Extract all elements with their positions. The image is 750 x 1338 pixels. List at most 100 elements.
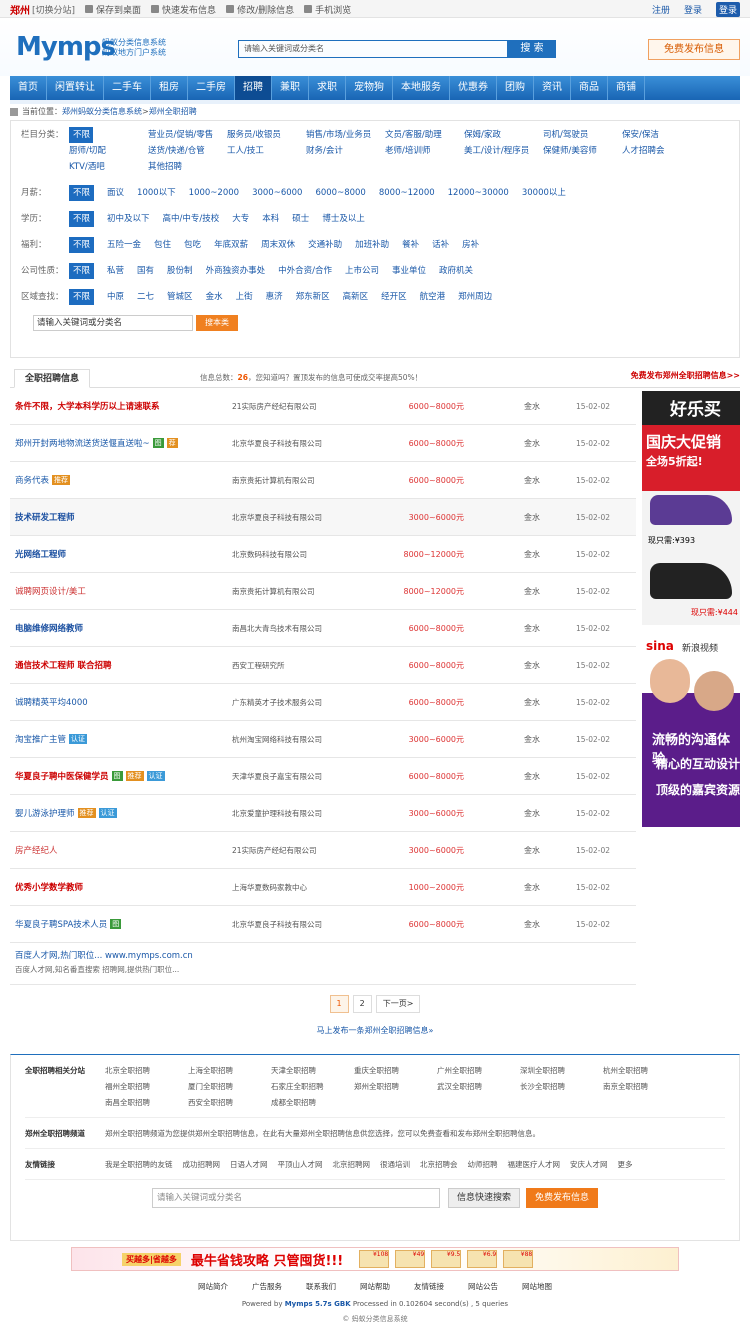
footer-link[interactable]: 深圳全职招聘	[520, 1063, 603, 1079]
filter-option[interactable]: 航空港	[420, 289, 446, 305]
job-title-link[interactable]: 商务代表	[15, 474, 49, 486]
job-title-link[interactable]: 电脑维修网络教师	[15, 622, 83, 634]
filter-option[interactable]: 厨师/切配	[69, 143, 143, 159]
table-row[interactable]: 郑州开封两地物流送货送偃直送啦~ 图荐北京华夏良子科技有限公司 6000~8000元…	[10, 425, 636, 462]
nav-item[interactable]: 二手车	[104, 76, 151, 100]
job-title-link[interactable]: 华夏良子聘中医保健学员	[15, 770, 109, 782]
footer-link[interactable]: 更多	[618, 1157, 633, 1173]
filter-option[interactable]: 政府机关	[439, 263, 473, 279]
job-title-link[interactable]: 通信技术工程师 联合招聘	[15, 659, 111, 671]
filter-option[interactable]: 高新区	[343, 289, 369, 305]
nav-item[interactable]: 资讯	[534, 76, 571, 100]
modify-info-link[interactable]: 修改/删除信息	[226, 3, 294, 16]
filter-option[interactable]: 餐补	[402, 237, 419, 253]
job-title-link[interactable]: 华夏良子聘SPA技术人员	[15, 918, 107, 930]
nav-item[interactable]: 本地服务	[393, 76, 450, 100]
filter-option[interactable]: 不限	[69, 263, 95, 279]
filter-option[interactable]: 话补	[432, 237, 449, 253]
filter-option[interactable]: 上市公司	[345, 263, 379, 279]
filter-option[interactable]: 30000以上	[522, 185, 566, 201]
filter-option[interactable]: 郑州周边	[458, 289, 492, 305]
filter-option[interactable]: 12000~30000	[448, 185, 509, 201]
search-button[interactable]: 搜 索	[508, 40, 556, 58]
filter-option[interactable]: 不限	[69, 211, 95, 227]
job-title-link[interactable]: 房产经纪人	[15, 844, 58, 856]
post-fulltime-link[interactable]: 免费发布郑州全职招聘信息>>	[631, 370, 740, 381]
filter-option[interactable]: 私营	[107, 263, 124, 279]
bottom-banner-ad[interactable]: 买越多|省越多 最牛省钱攻略 只管囤货!!! ¥108 ¥49 ¥9.5 ¥6.9 ¥8…	[71, 1247, 679, 1271]
filter-option[interactable]: 金水	[206, 289, 223, 305]
footer-nav-link[interactable]: 联系我们	[306, 1281, 336, 1292]
filter-option[interactable]: 博士及以上	[322, 211, 365, 227]
filter-option[interactable]: 1000以下	[137, 185, 176, 201]
breadcrumb-home[interactable]: 郑州蚂蚁分类信息系统	[62, 104, 142, 120]
footer-link[interactable]: 很通培训	[380, 1157, 410, 1173]
nav-item[interactable]: 商铺	[608, 76, 645, 100]
filter-option[interactable]: 美工/设计/程序员	[464, 143, 538, 159]
table-row[interactable]: 条件不限，大学本科学历以上请速联系 21实际房产经纪有限公司 6000~8000元 金…	[10, 388, 636, 425]
footer-link[interactable]: 厦门全职招聘	[188, 1079, 271, 1095]
table-row[interactable]: 技术研发工程师 北京华夏良子科技有限公司 3000~6000元 金水 15-02-02	[10, 499, 636, 536]
text-ad[interactable]: 百度人才网,热门职位... www.mymps.com.cn 百度人才网,知名番直…	[10, 943, 636, 985]
filter-option[interactable]: 不限	[69, 289, 95, 305]
text-ad-title[interactable]: 百度人才网,热门职位... www.mymps.com.cn	[15, 949, 631, 961]
filter-option[interactable]: 不限	[69, 237, 95, 253]
footer-link[interactable]: 安庆人才网	[570, 1157, 608, 1173]
filter-option[interactable]: 经开区	[381, 289, 407, 305]
footer-link[interactable]: 成功招聘网	[183, 1157, 221, 1173]
job-title-link[interactable]: 光网络工程师	[15, 548, 66, 560]
table-row[interactable]: 商务代表 推荐 南京贵拓计算机有限公司 6000~8000元 金水 15-02-02	[10, 462, 636, 499]
filter-option[interactable]: 司机/驾驶员	[543, 127, 617, 143]
filter-option[interactable]: 3000~6000	[252, 185, 302, 201]
filter-option[interactable]: 上街	[236, 289, 253, 305]
job-title-link[interactable]: 婴儿游泳护理师	[15, 807, 75, 819]
footer-nav-link[interactable]: 广告服务	[252, 1281, 282, 1292]
filter-option[interactable]: 面议	[107, 185, 124, 201]
job-title-link[interactable]: 淘宝推广主管	[15, 733, 66, 745]
job-title-link[interactable]: 诚聘精英平均4000	[15, 696, 88, 708]
filter-option[interactable]: 本科	[262, 211, 279, 227]
filter-option[interactable]: 营业员/促销/零售	[148, 127, 222, 143]
footer-link[interactable]: 北京招聘网	[333, 1157, 371, 1173]
filter-option[interactable]: 二七	[137, 289, 154, 305]
filter-option[interactable]: KTV/酒吧	[69, 159, 143, 175]
footer-link[interactable]: 我是全职招聘的友链	[105, 1157, 173, 1173]
filter-option[interactable]: 不限	[69, 185, 95, 201]
job-title-link[interactable]: 优秀小学数学教师	[15, 881, 83, 893]
footer-link[interactable]: 上海全职招聘	[188, 1063, 271, 1079]
register-link[interactable]: 注册	[652, 3, 670, 16]
filter-option[interactable]: 高中/中专/技校	[163, 211, 220, 227]
filter-option[interactable]: 8000~12000	[379, 185, 435, 201]
nav-item[interactable]: 兼职	[272, 76, 309, 100]
footer-link[interactable]: 石家庄全职招聘	[271, 1079, 354, 1095]
filter-option[interactable]: 1000~2000	[189, 185, 239, 201]
breadcrumb-current[interactable]: 郑州全职招聘	[149, 104, 197, 120]
filter-option[interactable]: 文员/客服/助理	[385, 127, 459, 143]
filter-option[interactable]: 中外合资/合作	[278, 263, 332, 279]
table-row[interactable]: 华夏良子聘SPA技术人员图北京华夏良子科技有限公司 6000~8000元 金水 15-…	[10, 906, 636, 943]
filter-option[interactable]: 外商独资办事处	[206, 263, 266, 279]
footer-search-input[interactable]: 请输入关键词或分类名	[152, 1188, 440, 1208]
footer-link[interactable]: 幼师招聘	[468, 1157, 498, 1173]
quick-post-link[interactable]: 快速发布信息	[151, 3, 216, 16]
filter-option[interactable]: 其他招聘	[148, 159, 222, 175]
footer-link[interactable]: 杭州全职招聘	[603, 1063, 686, 1079]
footer-post-button[interactable]: 免费发布信息	[526, 1188, 598, 1208]
job-title-link[interactable]: 条件不限，大学本科学历以上请速联系	[15, 400, 160, 412]
login-link[interactable]: 登录	[684, 3, 702, 16]
switch-city-link[interactable]: [切换分站]	[32, 3, 75, 16]
filter-option[interactable]: 管城区	[167, 289, 193, 305]
filter-option[interactable]: 送货/快递/仓管	[148, 143, 222, 159]
page-1[interactable]: 1	[329, 995, 349, 1013]
footer-nav-link[interactable]: 网站公告	[468, 1281, 498, 1292]
nav-item[interactable]: 二手房	[188, 76, 235, 100]
logo[interactable]: Mymps	[16, 32, 116, 62]
ad-haolemai[interactable]: 好乐买 国庆大促销 全场5折起! 现只需:¥393 现只需:¥444	[642, 391, 740, 625]
filter-option[interactable]: 事业单位	[392, 263, 426, 279]
filter-option[interactable]: 不限	[69, 127, 93, 143]
footer-link[interactable]: 天津全职招聘	[271, 1063, 354, 1079]
table-row[interactable]: 通信技术工程师 联合招聘 西安工程研究所 6000~8000元 金水 15-02-02	[10, 647, 636, 684]
table-row[interactable]: 优秀小学数学教师 上海华夏数码家教中心 1000~2000元 金水 15-02-02	[10, 869, 636, 906]
search-input[interactable]: 请输入关键词或分类名	[238, 40, 508, 58]
filter-option[interactable]: 惠济	[266, 289, 283, 305]
